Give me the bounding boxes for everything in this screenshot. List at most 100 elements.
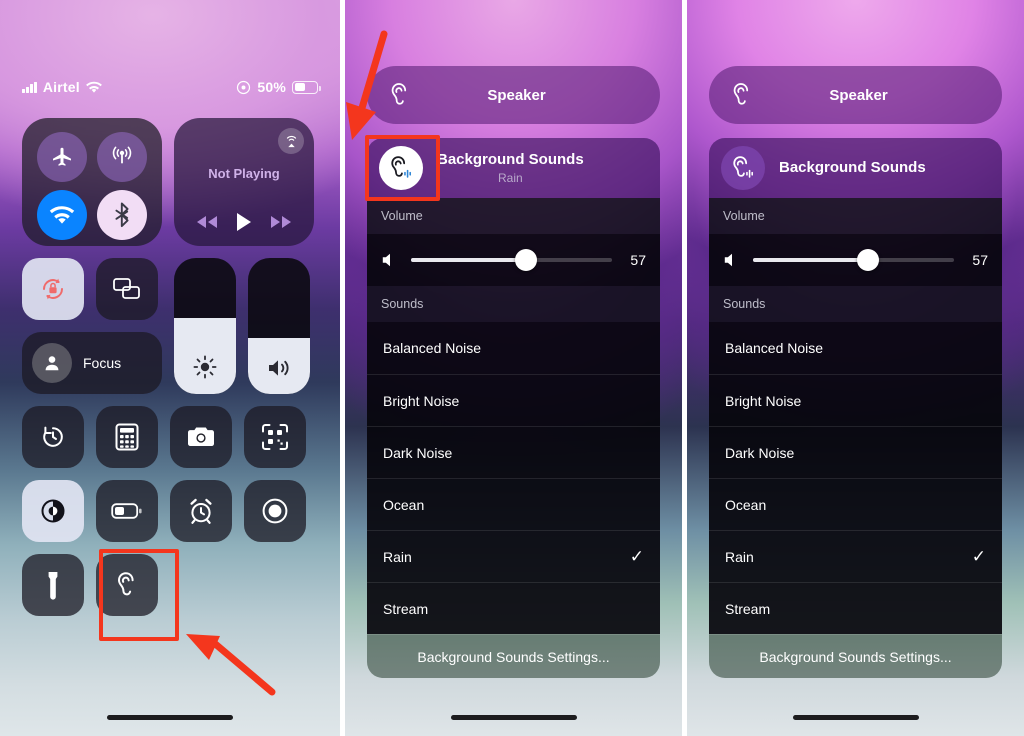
- focus-button[interactable]: Focus: [22, 332, 162, 394]
- panel-control-center: Airtel 50% Not Playing Focus: [0, 0, 340, 736]
- cellular-data-button[interactable]: [97, 132, 147, 182]
- sound-label: Stream: [725, 600, 771, 617]
- focus-indicator-icon: [236, 80, 251, 95]
- media-playback-tile[interactable]: Not Playing: [174, 118, 314, 246]
- camera-button[interactable]: [170, 406, 232, 468]
- battery-icon: [292, 80, 321, 94]
- sound-row-rain[interactable]: Rain ✓: [709, 530, 1002, 582]
- highlight-background-sounds-icon: [365, 135, 440, 201]
- qr-code-scanner-icon: [261, 423, 289, 451]
- sound-label: Ocean: [725, 496, 767, 513]
- sound-label: Bright Noise: [383, 392, 460, 409]
- volume-value: 57: [972, 252, 988, 268]
- background-sounds-settings-button[interactable]: Background Sounds Settings...: [367, 634, 660, 678]
- status-bar: Airtel 50%: [0, 74, 340, 100]
- low-power-mode-button[interactable]: [96, 480, 158, 542]
- camera-icon: [186, 425, 216, 449]
- dark-mode-icon: [38, 496, 68, 526]
- panel-background-sounds-plain: Speaker Background Sounds Volume 57 Soun…: [687, 0, 1024, 736]
- volume-section-label: Volume: [367, 198, 660, 234]
- volume-track[interactable]: [753, 249, 954, 271]
- volume-row[interactable]: 57: [709, 234, 1002, 286]
- sound-row-rain[interactable]: Rain ✓: [367, 530, 660, 582]
- cc-row-utilities-2: [22, 480, 318, 542]
- volume-thumb[interactable]: [856, 249, 879, 271]
- volume-track-fill: [753, 258, 868, 262]
- sound-label: Balanced Noise: [725, 340, 824, 356]
- airplane-mode-button[interactable]: [37, 132, 87, 182]
- background-sounds-title: Background Sounds: [437, 151, 584, 169]
- sound-row-dark-noise[interactable]: Dark Noise: [367, 426, 660, 478]
- cc-row-utilities: [22, 406, 318, 468]
- flashlight-icon: [44, 570, 62, 600]
- volume-thumb[interactable]: [514, 249, 537, 271]
- background-sounds-settings-button[interactable]: Background Sounds Settings...: [709, 634, 1002, 678]
- volume-track[interactable]: [411, 249, 612, 271]
- bluetooth-button[interactable]: [97, 190, 147, 240]
- panel-background-sounds-highlighted: Speaker Background Sounds Rain Volume 57…: [345, 0, 682, 736]
- sounds-section-label: Sounds: [709, 286, 1002, 322]
- sound-label: Dark Noise: [725, 444, 795, 461]
- rotation-lock-icon: [38, 274, 68, 304]
- airplay-button[interactable]: [278, 128, 304, 154]
- sound-row-balanced-noise[interactable]: Balanced Noise: [709, 322, 1002, 374]
- volume-row[interactable]: 57: [367, 234, 660, 286]
- qr-code-scanner-button[interactable]: [244, 406, 306, 468]
- wifi-icon: [85, 81, 102, 94]
- airplane-mode-icon: [50, 145, 74, 169]
- brightness-slider[interactable]: [174, 258, 236, 394]
- rotation-lock-button[interactable]: [22, 258, 84, 320]
- brightness-slider-fill: [174, 317, 236, 394]
- checkmark-icon: ✓: [971, 546, 986, 566]
- speaker-pill[interactable]: Speaker: [367, 66, 660, 124]
- sound-label: Rain: [383, 548, 412, 565]
- sound-row-bright-noise[interactable]: Bright Noise: [367, 374, 660, 426]
- airplay-icon: [283, 133, 300, 150]
- sound-label: Ocean: [383, 496, 425, 513]
- background-sounds-header[interactable]: Background Sounds: [709, 138, 1002, 198]
- sound-row-ocean[interactable]: Ocean: [367, 478, 660, 530]
- sound-row-stream[interactable]: Stream: [709, 582, 1002, 634]
- cc-left-column: Focus: [22, 258, 162, 394]
- alarm-clock-button[interactable]: [170, 480, 232, 542]
- dark-mode-button[interactable]: [22, 480, 84, 542]
- cc-row-top: Not Playing: [22, 118, 318, 246]
- sound-row-ocean[interactable]: Ocean: [709, 478, 1002, 530]
- calculator-button[interactable]: [96, 406, 158, 468]
- low-power-mode-icon: [111, 502, 143, 520]
- speaker-label: Speaker: [829, 86, 888, 104]
- speaker-pill[interactable]: Speaker: [709, 66, 1002, 124]
- calculator-icon: [115, 423, 139, 451]
- sounds-section-label: Sounds: [367, 286, 660, 322]
- volume-slider[interactable]: [248, 258, 310, 394]
- volume-section-label: Volume: [709, 198, 1002, 234]
- screen-recording-button[interactable]: [244, 480, 306, 542]
- play-icon[interactable]: [235, 212, 253, 232]
- timer-button[interactable]: [22, 406, 84, 468]
- focus-person-icon: [32, 343, 72, 383]
- checkmark-icon: ✓: [629, 546, 644, 566]
- brightness-icon: [192, 354, 218, 380]
- volume-track-fill: [411, 258, 526, 262]
- home-indicator: [450, 715, 577, 720]
- fast-forward-icon[interactable]: [270, 215, 292, 229]
- timer-icon: [39, 423, 67, 451]
- sound-row-bright-noise[interactable]: Bright Noise: [709, 374, 1002, 426]
- battery-percent-label: 50%: [257, 79, 286, 95]
- sound-row-balanced-noise[interactable]: Balanced Noise: [367, 322, 660, 374]
- speaker-wave-icon: [723, 251, 741, 269]
- flashlight-button[interactable]: [22, 554, 84, 616]
- media-title: Not Playing: [208, 166, 280, 181]
- background-sounds-sheet: Background Sounds Rain Volume 57 Sounds …: [367, 138, 660, 678]
- cellular-bars-icon: [22, 81, 37, 93]
- background-sounds-ear-icon[interactable]: [721, 146, 765, 190]
- rewind-icon[interactable]: [196, 215, 218, 229]
- sound-row-stream[interactable]: Stream: [367, 582, 660, 634]
- home-indicator: [792, 715, 919, 720]
- screen-mirroring-button[interactable]: [96, 258, 158, 320]
- background-sounds-sheet: Background Sounds Volume 57 Sounds Balan…: [709, 138, 1002, 678]
- connectivity-tile[interactable]: [22, 118, 162, 246]
- volume-value: 57: [630, 252, 646, 268]
- wifi-button[interactable]: [37, 190, 87, 240]
- sound-row-dark-noise[interactable]: Dark Noise: [709, 426, 1002, 478]
